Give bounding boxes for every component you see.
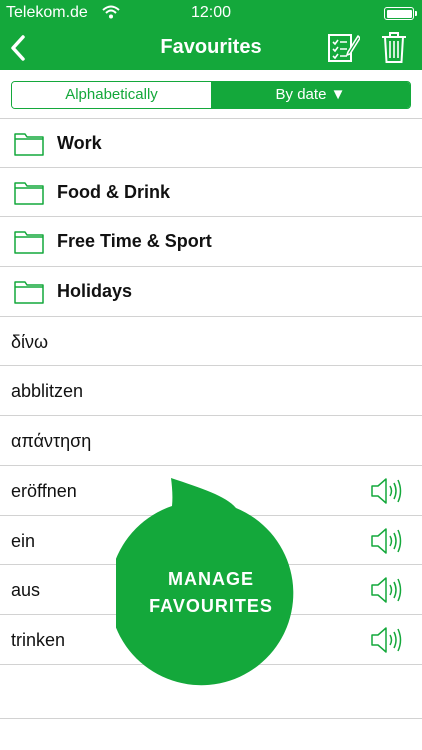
sort-by-date-tab[interactable]: By date ▼ [211,82,410,108]
word-label: απάντηση [11,431,92,452]
folder-icon [14,281,44,304]
promo-line-2: FAVOURITES [149,596,273,616]
word-label: aus [11,580,41,601]
promo-line-1: MANAGE [168,569,254,589]
sort-segmented-control: Alphabetically By date ▼ [11,81,411,109]
word-label: eröffnen [11,480,77,501]
folder-icon [14,133,44,156]
folder-label: Food & Drink [57,181,170,202]
word-label: trinken [11,629,66,650]
folder-row-food-drink[interactable]: Food & Drink [0,168,422,218]
trash-icon[interactable] [380,30,408,64]
speaker-icon[interactable] [370,477,404,505]
word-row[interactable]: abblitzen [0,366,422,417]
folder-label: Free Time & Sport [57,231,212,252]
sort-alphabetically-tab[interactable]: Alphabetically [12,82,211,108]
folder-row-free-time-sport[interactable]: Free Time & Sport [0,217,422,268]
folder-label: Work [57,133,102,153]
status-bar: Telekom.de 12:00 [0,0,422,26]
nav-bar: Favourites [0,26,422,70]
folder-icon [14,231,44,255]
list-divider [0,718,422,719]
word-label: ein [11,530,36,551]
folder-label: Holidays [57,281,133,302]
word-label: δίνω [11,331,49,352]
edit-list-icon[interactable] [326,30,360,64]
clock: 12:00 [190,4,232,21]
speaker-icon[interactable] [370,626,404,654]
word-label: abblitzen [11,381,84,402]
battery-icon [384,7,417,20]
folder-row-work[interactable]: Work [0,118,422,168]
word-row[interactable]: απάντηση [0,416,422,466]
manage-favourites-label[interactable]: MANAGE FAVOURITES [116,566,306,620]
word-row[interactable]: δίνω [0,317,422,367]
folder-icon [14,181,44,205]
folder-row-holidays[interactable]: Holidays [0,267,422,317]
speaker-icon[interactable] [370,576,404,604]
speaker-icon[interactable] [370,527,404,555]
